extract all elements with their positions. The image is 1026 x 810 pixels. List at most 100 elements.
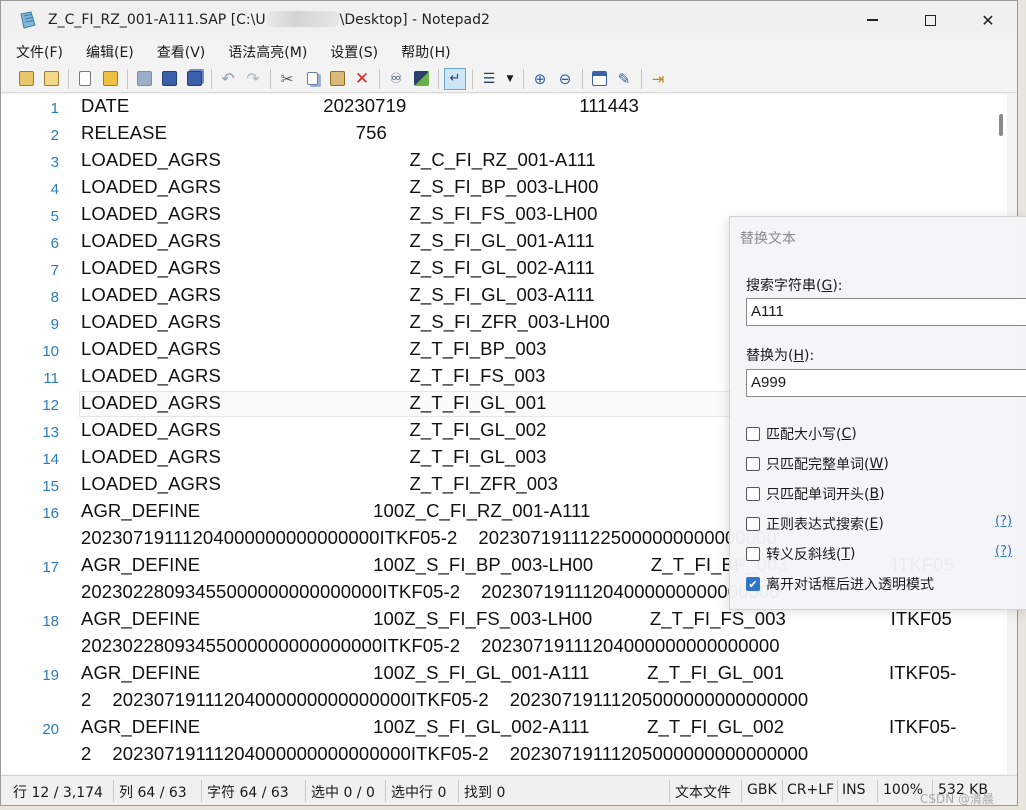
- line-number: 3: [50, 154, 59, 171]
- word-start-checkbox[interactable]: 只匹配单词开头(B): [746, 484, 885, 504]
- replace-button[interactable]: [410, 68, 432, 90]
- text-line: LOADED_AGRS Z_S_FI_GL_002-A111: [81, 257, 595, 278]
- status-divider: [741, 780, 742, 802]
- cut-icon: ✂: [280, 69, 294, 88]
- minimize-button[interactable]: [843, 1, 901, 39]
- text-line: 2 20230719111204000000000000000ITKF05-2 …: [81, 689, 809, 710]
- paste-icon: [329, 71, 345, 86]
- undo-icon: ↶: [221, 69, 235, 88]
- line-number: 5: [50, 208, 59, 225]
- paste-button[interactable]: [326, 68, 348, 90]
- checkbox-box[interactable]: [746, 517, 760, 531]
- word-wrap-button[interactable]: ↵: [444, 67, 466, 90]
- match-case-checkbox[interactable]: 匹配大小写(C): [746, 424, 857, 444]
- menu-edit[interactable]: 编辑(E): [83, 40, 137, 64]
- exit-icon: ⇥: [651, 69, 665, 88]
- exit-button[interactable]: ⇥: [647, 68, 669, 90]
- redacted-path: [266, 11, 339, 27]
- checkbox-box[interactable]: [746, 427, 760, 441]
- status-encoding[interactable]: GBK: [747, 782, 777, 798]
- status-selected-lines: 选中行 0: [391, 785, 447, 801]
- list-icon: ☰: [482, 70, 496, 87]
- checkbox-box[interactable]: [746, 457, 760, 471]
- line-number: 9: [50, 316, 59, 333]
- regex-checkbox[interactable]: 正则表达式搜索(E): [746, 514, 884, 534]
- text-line: LOADED_AGRS Z_T_FI_BP_003: [81, 338, 547, 359]
- text-line: 20230719111204000000000000000ITKF05-2 20…: [81, 527, 777, 548]
- menu-file[interactable]: 文件(F): [13, 40, 66, 64]
- text-line: AGR_DEFINE 100Z_S_FI_FS_003-LH00 Z_T_FI_…: [81, 608, 952, 629]
- toolbar-separator: [379, 68, 380, 89]
- status-bar: 行 12 / 3,174 列 64 / 63 字符 64 / 63 选中 0 /…: [1, 775, 1017, 805]
- menu-bar: 文件(F) 编辑(E) 查看(V) 语法高亮(M) 设置(S) 帮助(H): [1, 39, 1017, 65]
- status-file-type[interactable]: 文本文件: [675, 782, 731, 802]
- watermark: CSDN @清晨: [920, 792, 995, 806]
- escape-backslash-checkbox[interactable]: 转义反斜线(T): [746, 544, 856, 564]
- text-line: RELEASE 756: [81, 122, 387, 143]
- schemes-icon: [591, 71, 607, 86]
- save-button[interactable]: [158, 68, 180, 90]
- find-button[interactable]: ♾: [385, 68, 407, 90]
- line-number: 12: [42, 397, 59, 414]
- transparent-mode-checkbox[interactable]: ✔ 离开对话框后进入透明模式: [746, 574, 934, 594]
- new-file-button[interactable]: [74, 68, 96, 90]
- list-button[interactable]: ☰: [478, 68, 500, 90]
- text-line: AGR_DEFINE 100Z_C_FI_RZ_001-A111: [81, 500, 591, 521]
- toolbar-separator: [127, 68, 128, 89]
- scrollbar-thumb[interactable]: [999, 114, 1003, 136]
- delete-button[interactable]: ✕: [351, 68, 373, 90]
- line-number: 11: [43, 370, 59, 387]
- text-line: 20230228093455000000000000000ITKF05-2 20…: [81, 635, 780, 656]
- status-selection: 选中 0 / 0: [311, 785, 375, 801]
- zoom-out-button[interactable]: ⊖: [554, 68, 576, 90]
- redo-button[interactable]: ↷: [242, 68, 264, 90]
- line-number: 16: [42, 505, 59, 522]
- open-button[interactable]: [99, 68, 121, 90]
- new-window-button[interactable]: [15, 68, 37, 90]
- status-divider: [113, 780, 114, 802]
- new-file-icon: [79, 71, 91, 86]
- replace-input[interactable]: A999: [746, 369, 1026, 397]
- text-line: LOADED_AGRS Z_S_FI_FS_003-LH00: [81, 203, 598, 224]
- text-line: LOADED_AGRS Z_T_FI_ZFR_003: [81, 473, 558, 494]
- close-button[interactable]: ✕: [959, 1, 1017, 39]
- menu-settings[interactable]: 设置(S): [327, 40, 381, 64]
- menu-syntax[interactable]: 语法高亮(M): [225, 40, 310, 64]
- escape-help-link[interactable]: (?): [995, 544, 1012, 559]
- save-disabled-button[interactable]: [133, 68, 155, 90]
- checkbox-box[interactable]: [746, 547, 760, 561]
- minimize-icon: [866, 19, 878, 21]
- customize-button[interactable]: ✎: [613, 68, 635, 90]
- list-dropdown-button[interactable]: ▼: [503, 68, 517, 90]
- menu-help[interactable]: 帮助(H): [398, 40, 453, 64]
- zoom-in-button[interactable]: ⊕: [529, 68, 551, 90]
- status-line: 行 12 / 3,174: [13, 785, 103, 801]
- status-ins[interactable]: INS: [842, 782, 866, 798]
- line-number: 10: [42, 343, 59, 360]
- replace-dialog[interactable]: 替换文本 搜索字符串(G): A111 替换为(H): A999 匹配大小写(C…: [729, 216, 1026, 610]
- title-bar[interactable]: Z_C_FI_RZ_001-A111.SAP [C:\U \Desktop] - …: [1, 1, 1017, 39]
- save-all-button[interactable]: [183, 68, 205, 90]
- menu-view[interactable]: 查看(V): [154, 40, 209, 64]
- maximize-button[interactable]: [901, 1, 959, 39]
- checkbox-box[interactable]: [746, 487, 760, 501]
- text-line: LOADED_AGRS Z_T_FI_GL_002: [81, 419, 547, 440]
- text-line: LOADED_AGRS Z_S_FI_GL_003-A111: [81, 284, 595, 305]
- undo-button[interactable]: ↶: [217, 68, 239, 90]
- search-input[interactable]: A111: [746, 298, 1026, 326]
- checkbox-box-checked[interactable]: ✔: [746, 577, 760, 591]
- schemes-button[interactable]: [588, 68, 610, 90]
- text-line: 20230228093455000000000000000ITKF05-2 20…: [81, 581, 780, 602]
- status-divider: [385, 780, 386, 802]
- regex-help-link[interactable]: (?): [995, 514, 1012, 529]
- cut-button[interactable]: ✂: [276, 68, 298, 90]
- find-in-files-button[interactable]: [40, 68, 62, 90]
- status-zoom[interactable]: 100%: [883, 782, 923, 798]
- toolbar-separator: [523, 68, 524, 89]
- text-line: LOADED_AGRS Z_C_FI_RZ_001-A111: [81, 149, 596, 170]
- status-eol[interactable]: CR+LF: [787, 782, 834, 798]
- whole-word-checkbox[interactable]: 只匹配完整单词(W): [746, 454, 889, 474]
- copy-button[interactable]: [301, 68, 323, 90]
- status-divider: [877, 780, 878, 802]
- line-number: 15: [42, 478, 59, 495]
